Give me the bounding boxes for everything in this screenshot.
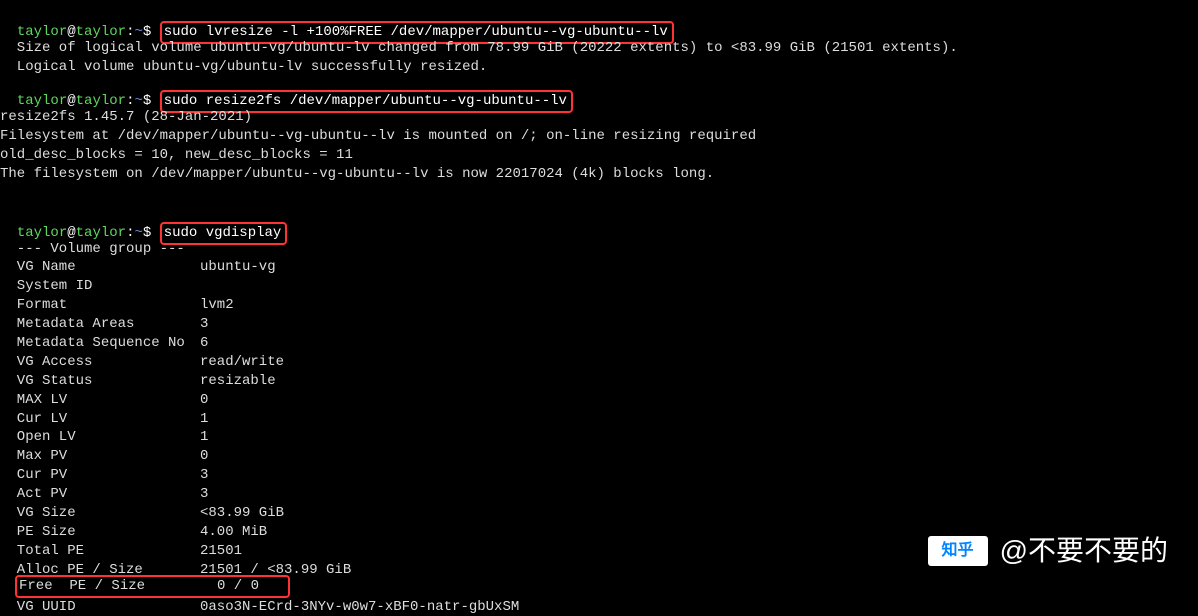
- vg-row: MAX LV0: [0, 391, 1198, 410]
- vg-key: Total PE: [0, 542, 200, 561]
- prompt-host: taylor: [76, 24, 126, 40]
- output-resize2fs-2: Filesystem at /dev/mapper/ubuntu--vg-ubu…: [0, 127, 1198, 146]
- terminal-line-prompt-3: taylor@taylor:~$ sudo vgdisplay: [0, 203, 1198, 245]
- vg-value: 21501: [200, 542, 242, 561]
- vg-row: Cur PV3: [0, 466, 1198, 485]
- cmd-vgdisplay: sudo vgdisplay: [164, 225, 282, 241]
- vg-value: <83.99 GiB: [200, 504, 284, 523]
- cmd-resize2fs: sudo resize2fs /dev/mapper/ubuntu--vg-ub…: [164, 93, 567, 109]
- vg-value: 1: [200, 428, 208, 447]
- vg-value: lvm2: [200, 296, 234, 315]
- vg-value: 0aso3N-ECrd-3NYv-w0w7-xBF0-natr-gbUxSM: [200, 598, 519, 616]
- highlight-box-free-pe: Free PE / Size0 / 0: [15, 575, 290, 598]
- prompt-path: ~: [134, 24, 142, 40]
- terminal-line-prompt-2: taylor@taylor:~$ sudo resize2fs /dev/map…: [0, 72, 1198, 114]
- prompt-user: taylor: [17, 24, 67, 40]
- vg-row: Formatlvm2: [0, 296, 1198, 315]
- vg-key: Cur PV: [0, 466, 200, 485]
- vg-key: MAX LV: [0, 391, 200, 410]
- vg-key: System ID: [0, 277, 200, 296]
- vg-row: VG UUID0aso3N-ECrd-3NYv-w0w7-xBF0-natr-g…: [0, 598, 1198, 616]
- vg-value: 0: [200, 391, 208, 410]
- prompt-at: @: [67, 24, 75, 40]
- vg-key: VG Size: [0, 504, 200, 523]
- vg-key: Max PV: [0, 447, 200, 466]
- vg-row: Max PV0: [0, 447, 1198, 466]
- vg-key: Metadata Sequence No: [0, 334, 200, 353]
- vg-value: 3: [200, 485, 208, 504]
- vg-value: read/write: [200, 353, 284, 372]
- vg-key: Open LV: [0, 428, 200, 447]
- vg-row: VG Statusresizable: [0, 372, 1198, 391]
- vg-value: 3: [200, 466, 208, 485]
- vg-row: VG Nameubuntu-vg: [0, 258, 1198, 277]
- vg-value: 3: [200, 315, 208, 334]
- vg-row: Metadata Areas3: [0, 315, 1198, 334]
- watermark: 知乎 @不要不要的: [928, 532, 1168, 570]
- blank-line: [0, 184, 1198, 203]
- vg-key: Free PE / Size: [19, 577, 217, 596]
- output-resize2fs-4: The filesystem on /dev/mapper/ubuntu--vg…: [0, 165, 1198, 184]
- vg-row: VG Accessread/write: [0, 353, 1198, 372]
- output-resize2fs-1: resize2fs 1.45.7 (28-Jan-2021): [0, 108, 1198, 127]
- vg-row: Free PE / Size0 / 0: [0, 575, 1198, 598]
- vg-value: 4.00 MiB: [200, 523, 267, 542]
- cmd-lvresize: sudo lvresize -l +100%FREE /dev/mapper/u…: [164, 24, 668, 40]
- output-lvresize-1: Size of logical volume ubuntu-vg/ubuntu-…: [0, 39, 1198, 58]
- vg-value: 0: [200, 447, 208, 466]
- vg-key: Format: [0, 296, 200, 315]
- vg-row: VG Size<83.99 GiB: [0, 504, 1198, 523]
- vg-value: 6: [200, 334, 208, 353]
- vg-row: Act PV3: [0, 485, 1198, 504]
- terminal-line-prompt-1: taylor@taylor:~$ sudo lvresize -l +100%F…: [0, 2, 1198, 44]
- watermark-text: @不要不要的: [1000, 532, 1168, 570]
- vg-value: 1: [200, 410, 208, 429]
- vg-key: VG Access: [0, 353, 200, 372]
- vg-value: resizable: [200, 372, 276, 391]
- vg-row: Open LV1: [0, 428, 1198, 447]
- vg-key: Metadata Areas: [0, 315, 200, 334]
- vg-row: Cur LV1: [0, 410, 1198, 429]
- vg-row: Metadata Sequence No6: [0, 334, 1198, 353]
- vg-header: --- Volume group ---: [0, 240, 1198, 259]
- vg-key: VG UUID: [0, 598, 200, 616]
- vg-value: 0 / 0: [217, 577, 284, 596]
- vg-value: ubuntu-vg: [200, 258, 276, 277]
- vg-key: Act PV: [0, 485, 200, 504]
- vg-key: VG Status: [0, 372, 200, 391]
- vg-key: VG Name: [0, 258, 200, 277]
- vg-key: Cur LV: [0, 410, 200, 429]
- output-resize2fs-3: old_desc_blocks = 10, new_desc_blocks = …: [0, 146, 1198, 165]
- zhihu-icon: 知乎: [928, 536, 988, 566]
- vg-key: PE Size: [0, 523, 200, 542]
- vg-row: System ID: [0, 277, 1198, 296]
